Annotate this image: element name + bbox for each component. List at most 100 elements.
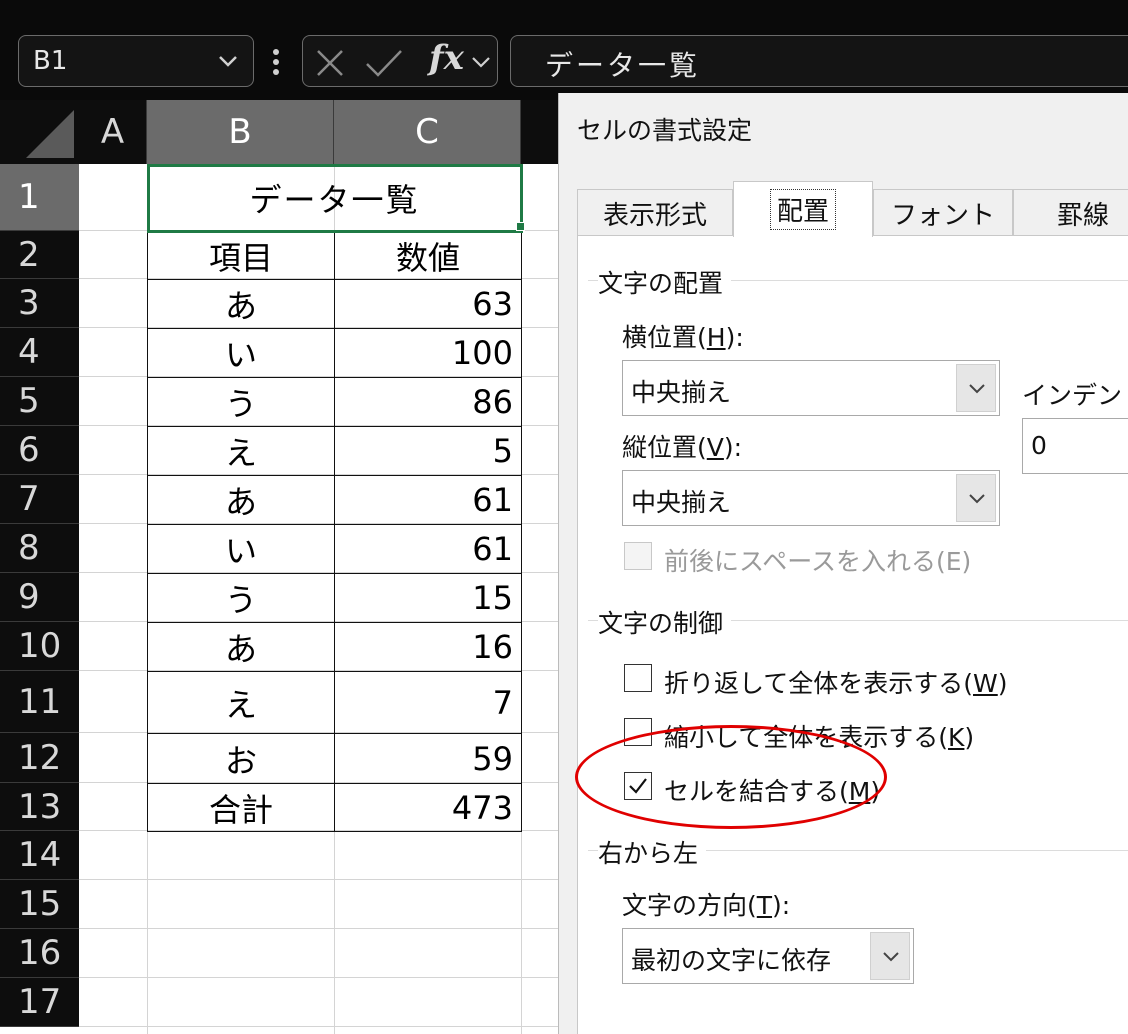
indent-label: インデント(	[1022, 381, 1128, 410]
wrap-text-label[interactable]: 折り返して全体を表示する(W)	[664, 664, 1008, 700]
item-cell[interactable]: あ	[147, 279, 335, 329]
row-header-16[interactable]: 16	[0, 929, 79, 978]
value-cell[interactable]: 63	[334, 279, 522, 329]
dropdown-button[interactable]	[956, 364, 996, 412]
justify-distributed-label: 前後にスペースを入れる(E)	[664, 547, 972, 576]
item-cell[interactable]: あ	[147, 475, 335, 525]
row-header-14[interactable]: 14	[0, 831, 79, 880]
dropdown-button[interactable]	[870, 932, 910, 980]
access-key: H	[706, 323, 726, 352]
label-text: ):	[723, 433, 743, 462]
insert-function-icon[interactable]: fx	[429, 38, 464, 78]
gridline	[79, 928, 560, 929]
spreadsheet-grid: A B C 1 2 3 4 5 6 7 8 9 10 11 12 13 14 15 16 17 データ一覧 項目…	[0, 100, 560, 1034]
more-options-icon[interactable]	[268, 42, 284, 82]
value-cell[interactable]: 5	[334, 426, 522, 476]
row-header-17[interactable]: 17	[0, 978, 79, 1027]
row-header-3[interactable]: 3	[0, 279, 79, 328]
value-cell[interactable]: 15	[334, 573, 522, 623]
indent-input[interactable]: 0	[1022, 418, 1128, 474]
row-header-6[interactable]: 6	[0, 426, 79, 475]
dialog-title: セルの書式設定	[577, 116, 753, 145]
name-box[interactable]: B1	[18, 35, 254, 87]
row-header-5[interactable]: 5	[0, 377, 79, 426]
header-cell-item[interactable]: 項目	[147, 231, 335, 280]
merge-cells-checkbox[interactable]	[624, 772, 652, 800]
format-cells-dialog: セルの書式設定 表示形式 配置 フォント 罫線 文字の配置 横位置(H): 中央…	[558, 93, 1128, 1034]
item-cell[interactable]: い	[147, 328, 335, 378]
name-box-value: B1	[33, 46, 68, 76]
row-header-12[interactable]: 12	[0, 733, 79, 783]
tab-label: 罫線	[1056, 201, 1109, 231]
row-header-13[interactable]: 13	[0, 783, 79, 831]
row-header-10[interactable]: 10	[0, 622, 79, 671]
column-header-d[interactable]	[521, 100, 560, 164]
row-header-1[interactable]: 1	[0, 164, 79, 231]
column-header-c[interactable]: C	[334, 100, 521, 164]
direction-label: 文字の方向(T):	[622, 886, 790, 922]
label-text: セルを結合する(	[664, 777, 849, 806]
label-text: )	[870, 777, 881, 806]
value-cell[interactable]: 61	[334, 524, 522, 574]
table-row: あ 63	[147, 279, 522, 329]
wrap-text-checkbox[interactable]	[624, 664, 652, 692]
chevron-down-icon	[219, 56, 237, 67]
vertical-label: 縦位置(V):	[622, 428, 742, 464]
merge-cells-label[interactable]: セルを結合する(M)	[664, 772, 880, 808]
select-all-corner[interactable]	[0, 100, 79, 164]
label-text: 縦位置(	[622, 433, 707, 462]
value-cell[interactable]: 100	[334, 328, 522, 378]
row-header-11[interactable]: 11	[0, 671, 79, 733]
row-header-15[interactable]: 15	[0, 880, 79, 929]
value-cell[interactable]: 16	[334, 622, 522, 672]
row-header-7[interactable]: 7	[0, 475, 79, 524]
table-row: え5	[147, 426, 522, 476]
row-header-9[interactable]: 9	[0, 573, 79, 622]
formula-input[interactable]: データ一覧	[510, 35, 1128, 87]
vertical-select[interactable]: 中央揃え	[622, 470, 1000, 526]
dropdown-button[interactable]	[956, 474, 996, 522]
access-key: M	[848, 777, 871, 806]
item-cell[interactable]: い	[147, 524, 335, 574]
total-value-cell[interactable]: 473	[334, 783, 522, 832]
label-text: )	[964, 723, 975, 752]
table-row: あ 61	[147, 475, 522, 525]
header-cell-value[interactable]: 数値	[334, 231, 522, 280]
direction-select[interactable]: 最初の文字に依存	[622, 928, 914, 984]
item-cell[interactable]: え	[147, 671, 335, 734]
item-cell[interactable]: あ	[147, 622, 335, 672]
horizontal-select[interactable]: 中央揃え	[622, 360, 1000, 416]
cancel-icon[interactable]	[315, 48, 345, 78]
row-header-2[interactable]: 2	[0, 231, 79, 279]
formula-buttons: fx	[302, 35, 498, 87]
tab-number[interactable]: 表示形式	[577, 189, 733, 237]
row-header-8[interactable]: 8	[0, 524, 79, 573]
value-cell[interactable]: 59	[334, 733, 522, 784]
justify-distributed-checkbox	[624, 542, 652, 570]
chevron-down-icon[interactable]	[471, 52, 491, 72]
item-cell[interactable]: う	[147, 573, 335, 623]
chevron-down-icon	[883, 952, 899, 962]
row-header-4[interactable]: 4	[0, 328, 79, 377]
value-cell[interactable]: 86	[334, 377, 522, 427]
tab-alignment[interactable]: 配置	[733, 181, 873, 237]
label-text: 横位置(	[622, 323, 707, 352]
shrink-to-fit-label[interactable]: 縮小して全体を表示する(K)	[664, 718, 974, 754]
tab-border[interactable]: 罫線	[1013, 189, 1128, 237]
enter-check-icon[interactable]	[365, 48, 403, 78]
total-label-cell[interactable]: 合計	[147, 783, 335, 832]
horizontal-value: 中央揃え	[631, 378, 732, 407]
value-cell[interactable]: 61	[334, 475, 522, 525]
horizontal-label: 横位置(H):	[622, 318, 744, 354]
shrink-to-fit-checkbox[interactable]	[624, 718, 652, 746]
item-cell[interactable]: お	[147, 733, 335, 784]
merged-title-cell[interactable]: データ一覧	[146, 163, 523, 233]
fill-handle[interactable]	[516, 222, 525, 231]
value-cell[interactable]: 7	[334, 671, 522, 734]
item-cell[interactable]: え	[147, 426, 335, 476]
label-text: ):	[725, 323, 744, 352]
item-cell[interactable]: う	[147, 377, 335, 427]
tab-font[interactable]: フォント	[873, 189, 1013, 237]
column-header-a[interactable]: A	[79, 100, 147, 164]
column-header-b[interactable]: B	[147, 100, 334, 164]
